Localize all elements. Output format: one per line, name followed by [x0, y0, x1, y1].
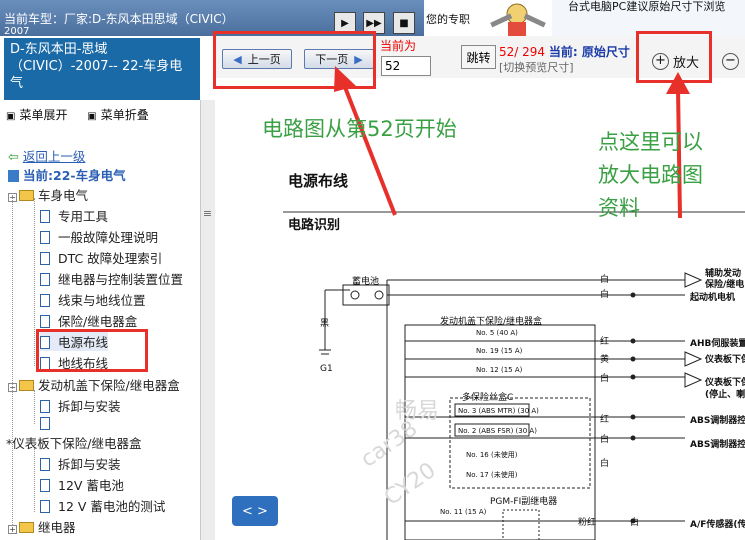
annotation-arrows — [334, 66, 690, 219]
annotation-zoom-hint: 资料 — [598, 196, 640, 220]
annotation-zoom-hint: 放大电路图 — [598, 163, 703, 187]
annotation-zoom-hint: 点这里可以 — [598, 130, 703, 154]
annotation-start-page: 电路图从第52页开始 — [262, 117, 457, 141]
